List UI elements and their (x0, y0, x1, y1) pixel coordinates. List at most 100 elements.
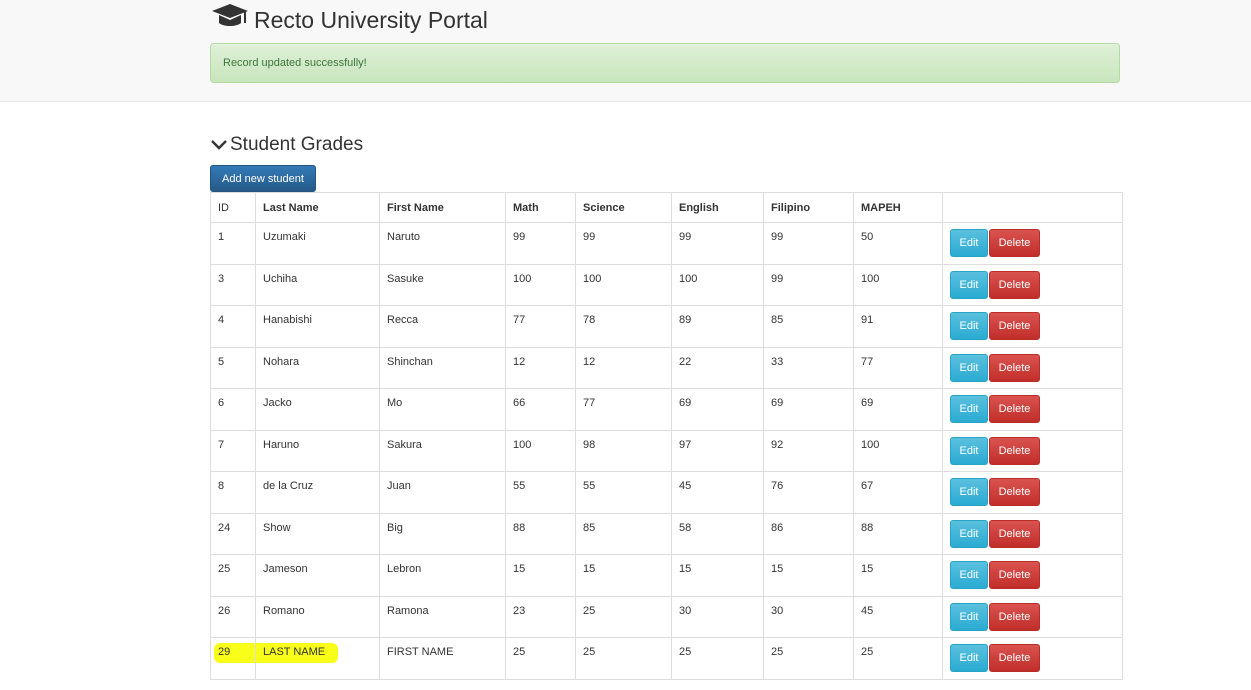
cell-first-name: Sakura (379, 429, 506, 472)
cell-filipino-text: 85 (771, 314, 784, 326)
cell-math-text: 100 (513, 272, 532, 285)
cell-last-name-text: Uchiha (263, 272, 298, 285)
edit-button[interactable]: Edit (950, 436, 988, 465)
cell-science-text: 25 (583, 604, 596, 617)
success-alert: Record updated successfully! (210, 43, 1120, 83)
cell-last-name-text: de la Cruz (263, 480, 314, 492)
cell-mapeh-text: 91 (861, 314, 874, 326)
cell-id-text: 26 (218, 604, 231, 617)
alert-message: Record updated successfully! (223, 57, 367, 69)
delete-button[interactable]: Delete (989, 353, 1040, 382)
delete-button[interactable]: Delete (989, 519, 1040, 548)
cell-mapeh: 100 (853, 429, 943, 472)
cell-id-text: 7 (218, 438, 225, 451)
cell-math: 77 (505, 305, 576, 348)
cell-science: 25 (575, 637, 672, 680)
cell-english: 58 (671, 512, 764, 555)
cell-english-text: 45 (679, 480, 692, 492)
edit-button[interactable]: Edit (950, 353, 988, 382)
cell-english-text: 58 (679, 521, 692, 534)
edit-button[interactable]: Edit (950, 270, 988, 299)
cell-english: 69 (671, 388, 764, 431)
table-row: 24 Show Big 88 85 58 86 88 Edit Delete (210, 512, 1123, 555)
cell-first-name: Lebron (379, 554, 506, 597)
cell-math: 99 (505, 222, 576, 265)
cell-filipino: 33 (763, 346, 854, 389)
edit-button[interactable]: Edit (950, 519, 988, 548)
cell-science-text: 25 (583, 646, 596, 658)
cell-mapeh-text: 77 (861, 355, 874, 368)
delete-button[interactable]: Delete (989, 602, 1040, 631)
cell-math-text: 66 (513, 397, 526, 409)
cell-science: 55 (575, 471, 672, 514)
cell-science-text: 12 (583, 355, 596, 368)
table-row: 7 Haruno Sakura 100 98 97 92 100 Edit Delete (210, 429, 1123, 472)
cell-filipino-text: 69 (771, 397, 784, 409)
cell-first-name-text: FIRST NAME (387, 646, 454, 658)
cell-first-name-text: Juan (387, 480, 411, 492)
delete-button[interactable]: Delete (989, 395, 1040, 423)
cell-first-name: Sasuke (379, 263, 506, 306)
table-row: 3 Uchiha Sasuke 100 100 100 99 100 Edit Delete (210, 263, 1123, 306)
cell-id-text: 6 (218, 397, 225, 409)
cell-first-name: Mo (379, 388, 506, 431)
edit-button[interactable]: Edit (950, 395, 988, 423)
cell-filipino: 92 (763, 429, 854, 472)
edit-button[interactable]: Edit (950, 478, 988, 506)
cell-math-text: 99 (513, 231, 526, 243)
cell-last-name-text: Uzumaki (263, 231, 306, 243)
cell-science: 15 (575, 554, 672, 597)
cell-mapeh-text: 67 (861, 480, 874, 492)
cell-id: 1 (210, 222, 256, 265)
delete-button[interactable]: Delete (989, 644, 1040, 672)
delete-button[interactable]: Delete (989, 478, 1040, 506)
cell-science-text: 98 (583, 438, 596, 451)
cell-filipino: 85 (763, 305, 854, 348)
add-new-student-button[interactable]: Add new student (210, 165, 316, 192)
cell-last-name: LAST NAME (255, 637, 380, 680)
cell-filipino-text: 25 (771, 646, 784, 658)
cell-mapeh: 88 (853, 512, 943, 555)
cell-mapeh: 77 (853, 346, 943, 389)
cell-last-name: Hanabishi (255, 305, 380, 348)
cell-math-text: 15 (513, 563, 526, 575)
cell-mapeh-text: 100 (861, 272, 880, 285)
cell-english: 45 (671, 471, 764, 514)
delete-button[interactable]: Delete (989, 436, 1040, 465)
table-row: 29 LAST NAME FIRST NAME 25 25 25 25 25 Edit Delet… (210, 637, 1123, 680)
edit-button[interactable]: Edit (950, 602, 988, 631)
cell-first-name-text: Ramona (387, 604, 429, 617)
delete-button[interactable]: Delete (989, 312, 1040, 340)
cell-science-text: 78 (583, 314, 596, 326)
cell-actions: Edit Delete (942, 263, 1123, 306)
cell-english-text: 99 (679, 231, 692, 243)
brand[interactable]: Recto University Portal (210, 2, 488, 38)
delete-button[interactable]: Delete (989, 229, 1040, 257)
table-header-row: ID Last Name First Name Math Science Eng… (210, 192, 1123, 223)
cell-id: 5 (210, 346, 256, 389)
cell-science: 25 (575, 595, 672, 638)
table-row: 26 Romano Ramona 23 25 30 30 45 Edit Delete (210, 595, 1123, 638)
cell-mapeh: 91 (853, 305, 943, 348)
cell-math: 100 (505, 429, 576, 472)
delete-button[interactable]: Delete (989, 270, 1040, 299)
cell-filipino-text: 76 (771, 480, 784, 492)
cell-english-text: 25 (679, 646, 692, 658)
cell-english-text: 97 (679, 438, 692, 451)
cell-mapeh-text: 50 (861, 231, 874, 243)
header-id: ID (210, 192, 256, 223)
table-row: 8 de la Cruz Juan 55 55 45 76 67 Edit Delete (210, 471, 1123, 514)
cell-english: 22 (671, 346, 764, 389)
delete-button[interactable]: Delete (989, 561, 1040, 589)
cell-first-name-text: Big (387, 521, 403, 534)
edit-button[interactable]: Edit (950, 312, 988, 340)
edit-button[interactable]: Edit (950, 229, 988, 257)
edit-button[interactable]: Edit (950, 561, 988, 589)
cell-id: 6 (210, 388, 256, 431)
cell-actions: Edit Delete (942, 388, 1123, 431)
edit-button[interactable]: Edit (950, 644, 988, 672)
cell-filipino: 76 (763, 471, 854, 514)
cell-science-text: 99 (583, 231, 596, 243)
cell-filipino-text: 86 (771, 521, 784, 534)
section-header[interactable]: Student Grades (210, 134, 363, 156)
